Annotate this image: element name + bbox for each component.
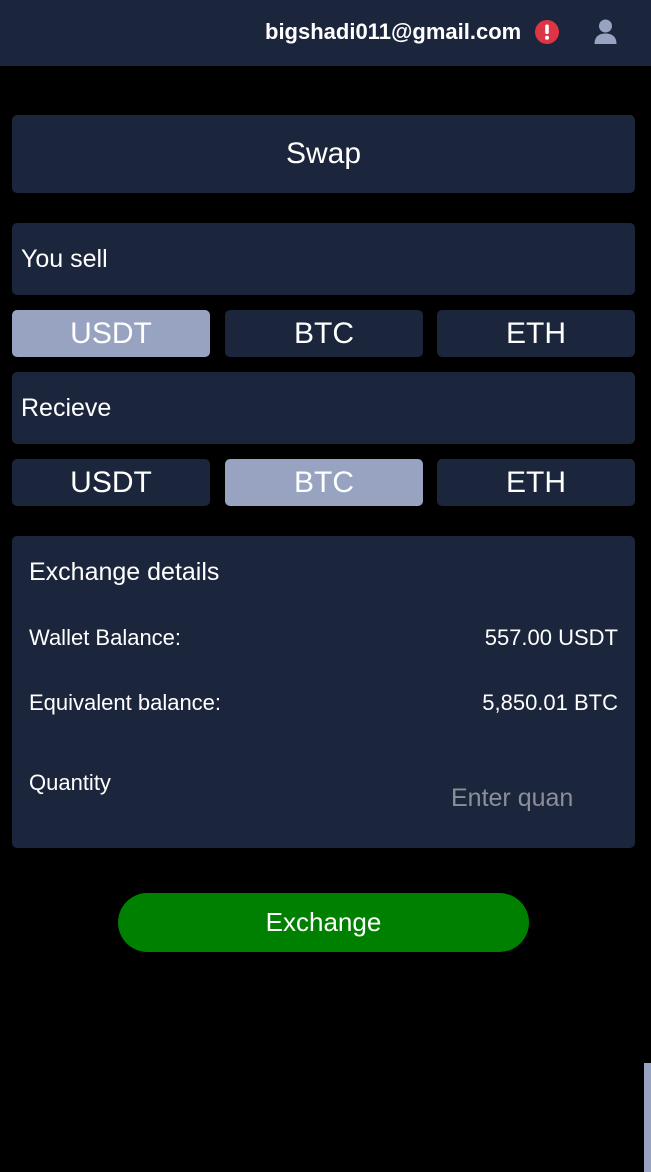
receive-option-btc[interactable]: BTC	[225, 459, 423, 506]
exchange-details-card: Exchange details Wallet Balance: 557.00 …	[12, 536, 635, 848]
exclamation-circle-icon[interactable]	[535, 20, 559, 44]
exchange-button[interactable]: Exchange	[118, 893, 529, 952]
top-bar: bigshadi011@gmail.com	[0, 0, 651, 66]
receive-label: Recieve	[21, 393, 112, 422]
swap-title-card: Swap	[12, 115, 635, 193]
account-email: bigshadi011@gmail.com	[265, 19, 522, 44]
exchange-details-title: Exchange details	[29, 558, 220, 586]
receive-option-eth[interactable]: ETH	[437, 459, 635, 506]
wallet-balance-value: 557.00 USDT	[484, 625, 618, 650]
receive-option-usdt[interactable]: USDT	[12, 459, 210, 506]
sell-option-usdt[interactable]: USDT	[12, 310, 210, 357]
sell-option-eth[interactable]: ETH	[437, 310, 635, 357]
sell-label: You sell	[21, 244, 108, 273]
quantity-label: Quantity	[29, 770, 111, 795]
quantity-input[interactable]	[439, 780, 609, 816]
wallet-balance-label: Wallet Balance:	[29, 625, 182, 650]
equivalent-balance-label: Equivalent balance:	[29, 690, 222, 715]
sell-card: You sell	[12, 223, 635, 295]
scrollbar-thumb[interactable]	[644, 1063, 651, 1172]
sell-option-btc[interactable]: BTC	[225, 310, 423, 357]
user-icon[interactable]	[592, 18, 619, 45]
scrollbar-track[interactable]	[643, 66, 651, 1172]
receive-card: Recieve	[12, 372, 635, 444]
equivalent-balance-value: 5,850.01 BTC	[482, 690, 618, 715]
page-title: Swap	[285, 137, 362, 170]
swap-page: bigshadi011@gmail.com Swap You sell USDT…	[0, 0, 651, 1172]
